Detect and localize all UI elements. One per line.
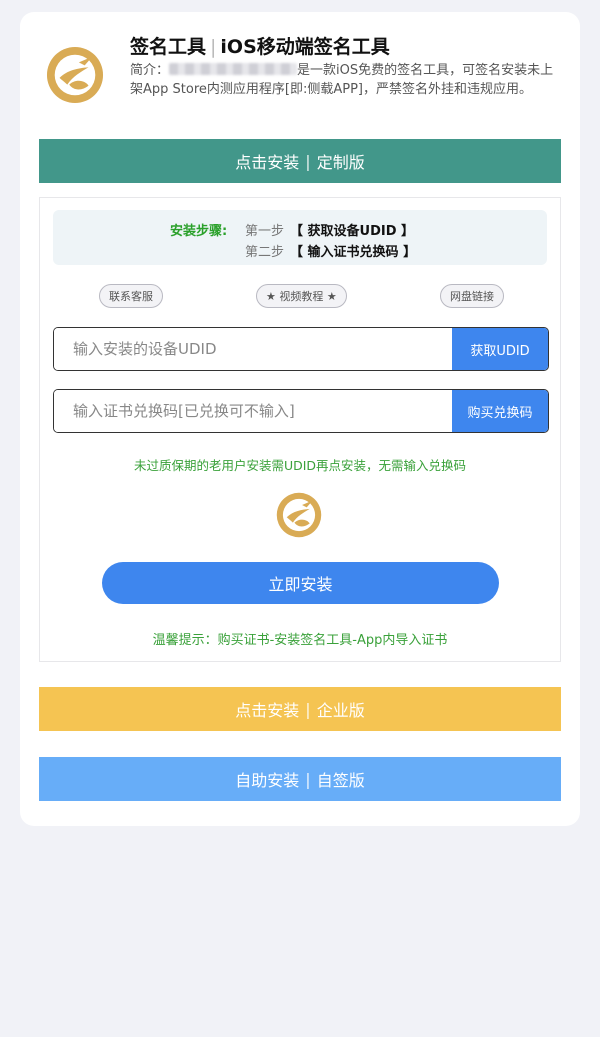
install-tip: 温馨提示：购买证书-安装签名工具-App内导入证书	[152, 633, 448, 648]
small-app-logo	[276, 492, 322, 538]
steps-label: 安装步骤:	[170, 224, 228, 239]
banner-enterprise-right: 企业版	[316, 701, 365, 720]
banner-enterprise-left: 点击安装	[235, 701, 300, 720]
install-self-banner[interactable]: 自助安装 | 自签版	[39, 757, 561, 801]
step-2-no: 第二步	[245, 245, 285, 260]
banner-custom-right: 定制版	[316, 153, 365, 172]
title-main: 签名工具	[130, 36, 207, 58]
app-logo	[46, 46, 104, 104]
udid-notice: 未过质保期的老用户安装需UDID再点安装，无需输入兑换码	[133, 458, 467, 473]
banner-self-sep: |	[305, 769, 311, 789]
udid-input[interactable]	[54, 328, 452, 370]
netdisk-link[interactable]: 网盘链接	[440, 284, 504, 308]
install-custom-banner[interactable]: 点击安装 | 定制版	[39, 139, 561, 183]
title-sub: iOS移动端签名工具	[220, 36, 390, 58]
step-2: 第二步【 输入证书兑换码 】	[245, 241, 416, 260]
redeem-code-input[interactable]	[54, 390, 452, 432]
main-card: 签名工具 | iOS移动端签名工具 简介： 是一款iOS免费的签名工具，可签名安装未上…	[20, 12, 580, 826]
banner-self-right: 自签版	[316, 771, 365, 790]
udid-input-group: 获取UDID	[53, 327, 549, 371]
step-1: 第一步【 获取设备UDID 】	[245, 220, 414, 239]
install-now-button[interactable]: 立即安装	[102, 562, 499, 604]
intro-text: 简介： 是一款iOS免费的签名工具，可签名安装未上架App Store内测应用程序…	[130, 61, 562, 99]
blurred-app-name	[169, 63, 298, 75]
banner-custom-sep: |	[305, 151, 311, 171]
install-steps: 安装步骤: 第一步【 获取设备UDID 】 第二步【 输入证书兑换码 】	[53, 210, 547, 265]
buy-code-button[interactable]: 购买兑换码	[452, 390, 548, 432]
page-title: 签名工具 | iOS移动端签名工具	[130, 32, 570, 59]
get-udid-button[interactable]: 获取UDID	[452, 328, 548, 370]
step-2-text: 【 输入证书兑换码 】	[290, 245, 417, 260]
code-input-group: 购买兑换码	[53, 389, 549, 433]
intro-prefix: 简介：	[130, 63, 170, 78]
install-panel: 安装步骤: 第一步【 获取设备UDID 】 第二步【 输入证书兑换码 】 联系客…	[39, 197, 561, 662]
video-tutorial-link[interactable]: ★ 视频教程 ★	[256, 284, 347, 308]
step-1-no: 第一步	[245, 224, 285, 239]
banner-enterprise-sep: |	[305, 699, 311, 719]
title-separator: |	[210, 36, 217, 58]
step-1-text: 【 获取设备UDID 】	[290, 224, 415, 239]
banner-self-left: 自助安装	[235, 771, 300, 790]
install-enterprise-banner[interactable]: 点击安装 | 企业版	[39, 687, 561, 731]
contact-service-link[interactable]: 联系客服	[99, 284, 163, 308]
banner-custom-left: 点击安装	[235, 153, 300, 172]
